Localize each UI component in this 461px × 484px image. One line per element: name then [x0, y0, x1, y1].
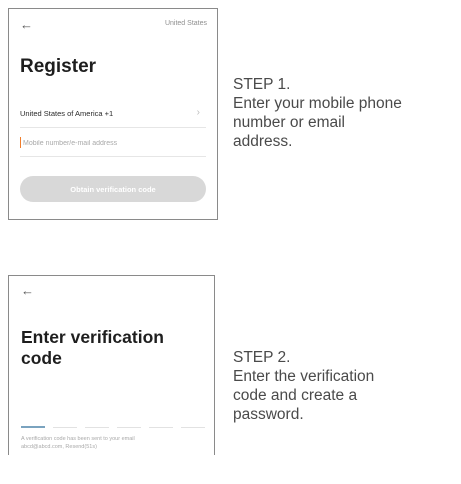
step-1-line: Enter your mobile phone [233, 95, 402, 112]
step-1-line: address. [233, 133, 293, 150]
chevron-right-icon: › [196, 107, 200, 118]
hint-line2[interactable]: abcd@abcd.com, Resend(51s) [21, 443, 206, 451]
verification-screen: ← Enter verification code A verification… [8, 275, 215, 455]
verification-title-line2: code [21, 348, 62, 368]
country-selector-link[interactable]: United States [165, 20, 207, 27]
hint-line1: A verification code has been sent to you… [21, 436, 135, 442]
verification-title-line1: Enter verification [21, 327, 164, 347]
step-1-line: number or email [233, 114, 345, 131]
arrow-left-icon[interactable]: ← [20, 18, 33, 31]
arrow-left-icon[interactable]: ← [21, 284, 34, 297]
step-2-label: STEP 2. [233, 349, 291, 366]
register-screen: ← United States Register United States o… [8, 8, 218, 220]
code-slot[interactable] [53, 427, 77, 428]
mobile-field-row[interactable] [20, 134, 206, 157]
code-slot[interactable] [85, 427, 109, 428]
country-code-label: United States of America +1 [20, 109, 114, 118]
verification-title: Enter verification code [21, 327, 211, 369]
step-2-description: STEP 2. Enter the verification code and … [233, 348, 453, 424]
code-slot[interactable] [21, 426, 45, 428]
step-2-line: code and create a [233, 387, 358, 404]
obtain-verification-code-button[interactable]: Obtain verification code [20, 176, 206, 202]
register-title: Register [20, 56, 97, 77]
text-caret [20, 137, 21, 148]
step-2-line: password. [233, 406, 304, 423]
country-code-row[interactable]: United States of America +1 › [20, 105, 206, 128]
verification-hint: A verification code has been sent to you… [21, 435, 206, 451]
verification-code-input[interactable] [21, 426, 207, 429]
code-slot[interactable] [149, 427, 173, 428]
step-2-line: Enter the verification [233, 368, 375, 385]
code-slot[interactable] [181, 427, 205, 428]
step-1-label: STEP 1. [233, 76, 291, 93]
code-slot[interactable] [117, 427, 141, 428]
mobile-email-input[interactable] [23, 136, 201, 150]
step-1-description: STEP 1. Enter your mobile phone number o… [233, 75, 461, 151]
